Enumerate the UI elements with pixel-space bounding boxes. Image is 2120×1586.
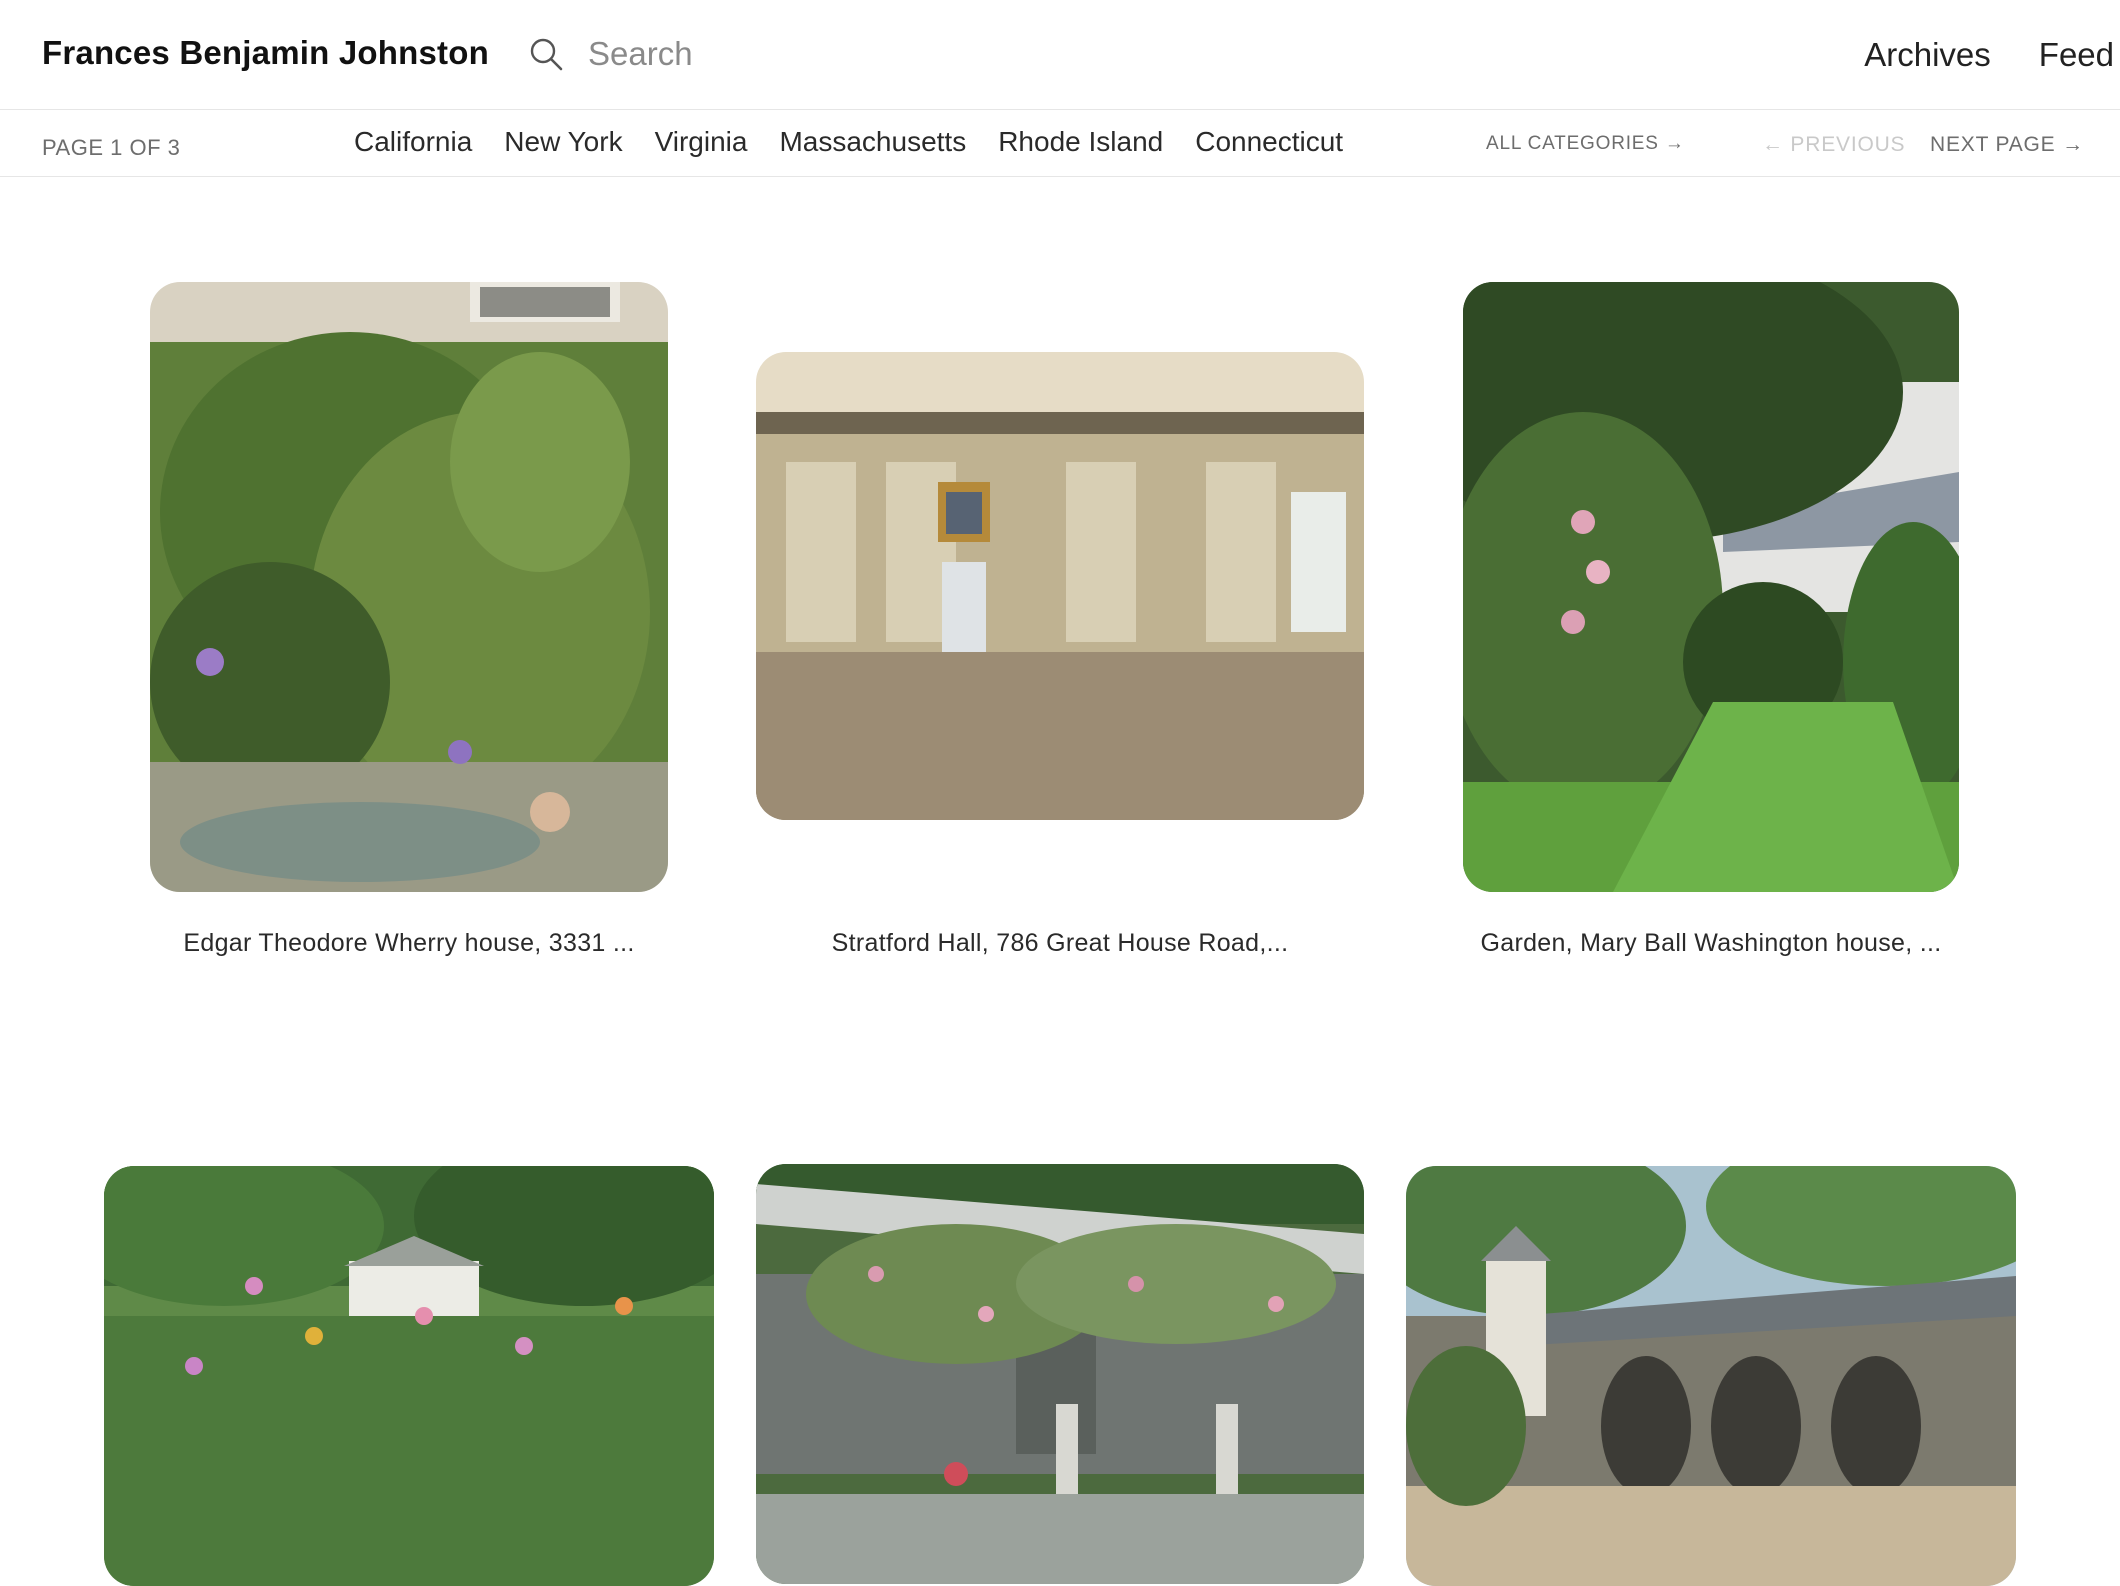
search-box[interactable] (528, 30, 890, 78)
feed-link[interactable]: Feed (2039, 36, 2114, 74)
gallery-photo[interactable] (1406, 1166, 2016, 1586)
garden-house-photo-image (1463, 282, 1959, 892)
interior-photo-image (756, 352, 1364, 820)
gallery-photo[interactable] (756, 352, 1364, 820)
top-nav: Archives Feed (1864, 36, 2114, 74)
category-virginia[interactable]: Virginia (655, 126, 748, 158)
top-bar: Frances Benjamin Johnston Archives Feed (0, 0, 2120, 110)
photo-caption[interactable]: Stratford Hall, 786 Great House Road,... (756, 929, 1364, 958)
category-rhode-island[interactable]: Rhode Island (998, 126, 1163, 158)
gallery-photo[interactable] (150, 282, 668, 892)
category-bar: PAGE 1 OF 3 California New York Virginia… (0, 110, 2120, 177)
category-california[interactable]: California (354, 126, 472, 158)
category-connecticut[interactable]: Connecticut (1195, 126, 1343, 158)
category-new-york[interactable]: New York (504, 126, 622, 158)
gallery-photo[interactable] (756, 1164, 1364, 1584)
all-categories-link[interactable]: ALL CATEGORIES → (1486, 133, 1685, 155)
search-icon[interactable] (528, 36, 564, 72)
previous-page-link: ← PREVIOUS (1762, 133, 1906, 156)
pergola-photo-image (756, 1164, 1364, 1584)
photo-caption[interactable]: Garden, Mary Ball Washington house, ... (1463, 929, 1959, 958)
gallery-photo[interactable] (1463, 282, 1959, 892)
site-title[interactable]: Frances Benjamin Johnston (42, 34, 489, 72)
archives-link[interactable]: Archives (1864, 36, 1991, 74)
category-massachusetts[interactable]: Massachusetts (779, 126, 966, 158)
gallery-photo[interactable] (104, 1166, 714, 1586)
category-list: California New York Virginia Massachuset… (354, 126, 1343, 158)
photo-caption[interactable]: Edgar Theodore Wherry house, 3331 ... (150, 929, 668, 958)
flower-garden-photo-image (104, 1166, 714, 1586)
search-input[interactable] (586, 34, 890, 74)
page-indicator: PAGE 1 OF 3 (42, 135, 181, 160)
courtyard-photo-image (1406, 1166, 2016, 1586)
next-page-link[interactable]: NEXT PAGE → (1930, 133, 2084, 157)
garden-photo-image (150, 282, 668, 892)
